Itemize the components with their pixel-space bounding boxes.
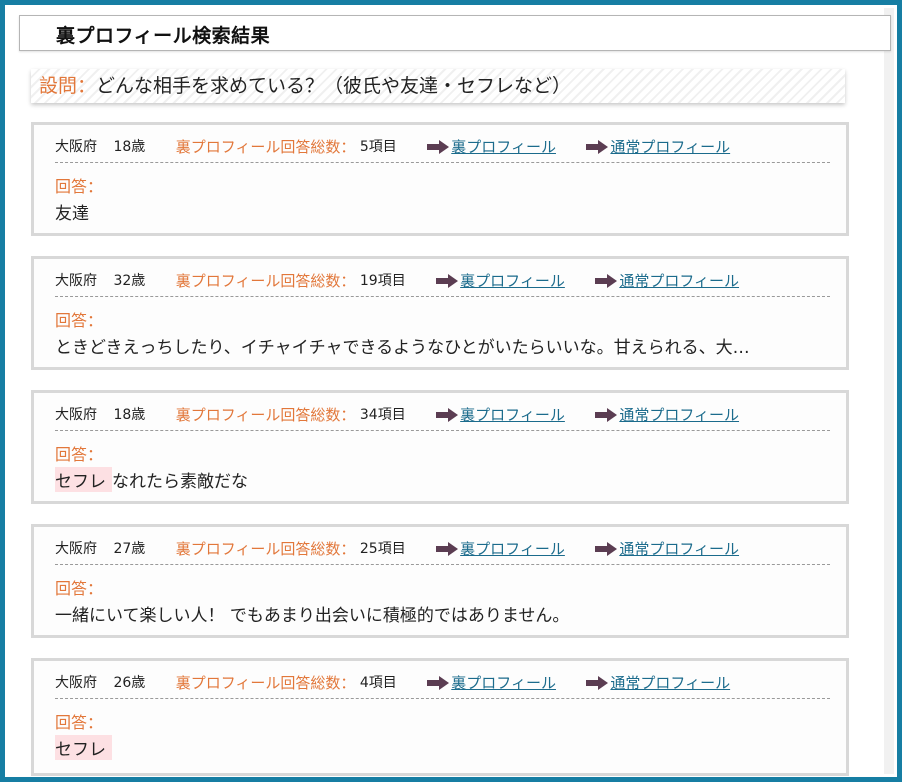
answer-text: セフレ <box>55 735 112 760</box>
answer-count: 34項目 <box>359 407 406 423</box>
result-card: 大阪府 32歳 裏プロフィール回答総数： 19項目 裏プロフィール 通常プロフィ… <box>31 256 849 370</box>
arrow-right-icon <box>436 274 459 288</box>
normal-profile-link[interactable]: 通常プロフィール <box>619 271 739 291</box>
answer-label: 回答： <box>55 713 104 732</box>
arrow-right-icon <box>586 676 609 690</box>
normal-profile-link[interactable]: 通常プロフィール <box>619 405 739 425</box>
result-meta: 大阪府 26歳 裏プロフィール回答総数： 4項目 裏プロフィール 通常プロフィー… <box>55 673 830 699</box>
answer-count-label: 裏プロフィール回答総数： <box>175 674 356 692</box>
answer-label: 回答： <box>55 445 104 464</box>
answer-count: 5項目 <box>359 139 397 155</box>
result-card: 大阪府 26歳 裏プロフィール回答総数： 4項目 裏プロフィール 通常プロフィー… <box>31 658 849 776</box>
answer-count: 19項目 <box>359 273 406 289</box>
normal-profile-link[interactable]: 通常プロフィール <box>610 673 730 693</box>
prefecture: 大阪府 <box>55 139 97 155</box>
answer-highlight: セフレ <box>55 467 112 492</box>
arrow-right-icon <box>427 676 450 690</box>
result-card: 大阪府 18歳 裏プロフィール回答総数： 34項目 裏プロフィール 通常プロフィ… <box>31 390 849 504</box>
result-meta: 大阪府 32歳 裏プロフィール回答総数： 19項目 裏プロフィール 通常プロフィ… <box>55 271 830 297</box>
ura-profile-link[interactable]: 裏プロフィール <box>451 137 556 157</box>
age: 18歳 <box>113 139 146 155</box>
answer-rest: なれたら素敵だな <box>112 472 248 492</box>
answer-count-label: 裏プロフィール回答総数： <box>175 272 356 290</box>
arrow-right-icon <box>436 408 459 422</box>
page-header: 裏プロフィール検索結果 <box>19 15 891 51</box>
arrow-right-icon <box>595 408 618 422</box>
arrow-right-icon <box>595 542 618 556</box>
prefecture: 大阪府 <box>55 541 97 557</box>
normal-profile-link[interactable]: 通常プロフィール <box>610 137 730 157</box>
prefecture: 大阪府 <box>55 407 97 423</box>
answer-rest: 友達 <box>55 204 89 224</box>
result-card: 大阪府 18歳 裏プロフィール回答総数： 5項目 裏プロフィール 通常プロフィー… <box>31 122 849 236</box>
age: 18歳 <box>113 407 146 423</box>
answer-rest: 一緒にいて楽しい人！ でもあまり出会いに積極的ではありません。 <box>55 606 570 626</box>
arrow-right-icon <box>427 140 450 154</box>
answer-text: ときどきえっちしたり、イチャイチャできるようなひとがいたらいいな。甘えられる、大… <box>55 333 750 358</box>
answer-count-label: 裏プロフィール回答総数： <box>175 406 356 424</box>
answer-label: 回答： <box>55 311 104 330</box>
window-frame: 裏プロフィール検索結果 設問：どんな相手を求めている？（彼氏や友達・セフレなど）… <box>0 0 902 782</box>
question-text: どんな相手を求めている？（彼氏や友達・セフレなど） <box>96 75 572 97</box>
result-meta: 大阪府 27歳 裏プロフィール回答総数： 25項目 裏プロフィール 通常プロフィ… <box>55 539 830 565</box>
answer-label: 回答： <box>55 579 104 598</box>
ura-profile-link[interactable]: 裏プロフィール <box>460 271 565 291</box>
answer-count: 4項目 <box>359 675 397 691</box>
question-bar: 設問：どんな相手を求めている？（彼氏や友達・セフレなど） <box>31 69 845 103</box>
page-title: 裏プロフィール検索結果 <box>56 25 271 47</box>
answer-text: 一緒にいて楽しい人！ でもあまり出会いに積極的ではありません。 <box>55 601 569 626</box>
arrow-right-icon <box>595 274 618 288</box>
prefecture: 大阪府 <box>55 675 97 691</box>
answer-count: 25項目 <box>359 541 406 557</box>
answer-text: 友達 <box>55 199 89 224</box>
age: 27歳 <box>113 541 146 557</box>
ura-profile-link[interactable]: 裏プロフィール <box>451 673 556 693</box>
normal-profile-link[interactable]: 通常プロフィール <box>619 539 739 559</box>
arrow-right-icon <box>436 542 459 556</box>
age: 32歳 <box>113 273 146 289</box>
answer-label: 回答： <box>55 177 104 196</box>
arrow-right-icon <box>586 140 609 154</box>
prefecture: 大阪府 <box>55 273 97 289</box>
result-card: 大阪府 27歳 裏プロフィール回答総数： 25項目 裏プロフィール 通常プロフィ… <box>31 524 849 638</box>
ura-profile-link[interactable]: 裏プロフィール <box>460 539 565 559</box>
result-meta: 大阪府 18歳 裏プロフィール回答総数： 5項目 裏プロフィール 通常プロフィー… <box>55 137 830 163</box>
ura-profile-link[interactable]: 裏プロフィール <box>460 405 565 425</box>
answer-highlight: セフレ <box>55 735 112 760</box>
answer-rest: ときどきえっちしたり、イチャイチャできるようなひとがいたらいいな。甘えられる、大… <box>55 338 750 358</box>
result-meta: 大阪府 18歳 裏プロフィール回答総数： 34項目 裏プロフィール 通常プロフィ… <box>55 405 830 431</box>
age: 26歳 <box>113 675 146 691</box>
question-label: 設問： <box>39 75 97 97</box>
answer-text: セフレ なれたら素敵だな <box>55 467 248 492</box>
answer-count-label: 裏プロフィール回答総数： <box>175 138 356 156</box>
answer-count-label: 裏プロフィール回答総数： <box>175 540 356 558</box>
